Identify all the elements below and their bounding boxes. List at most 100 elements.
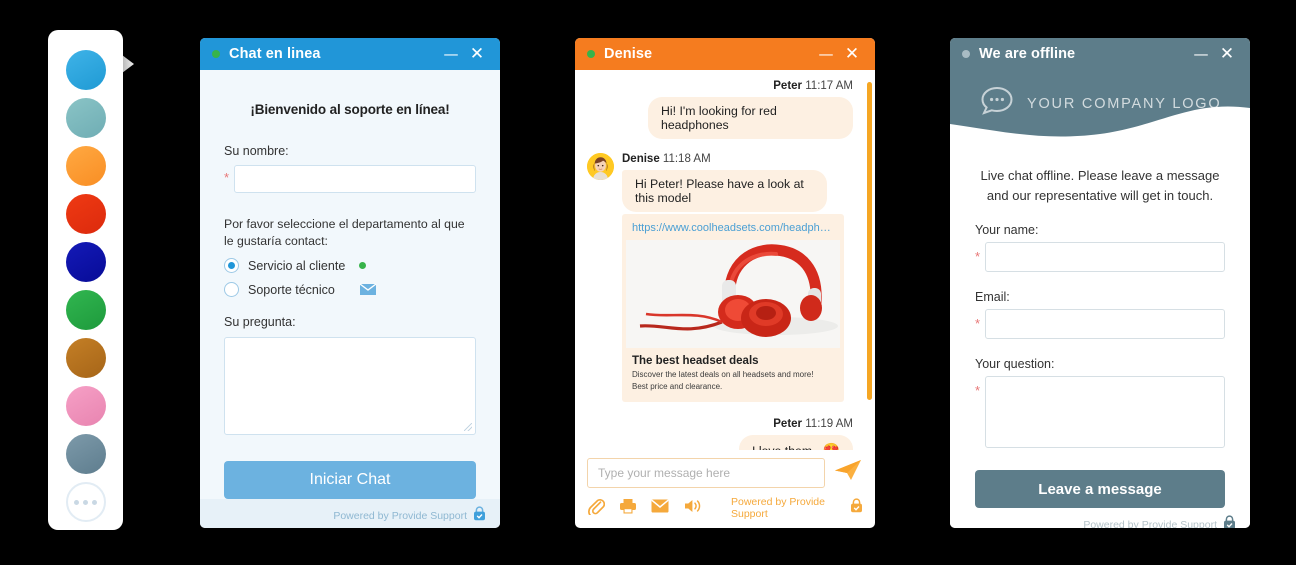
radio-icon[interactable]	[224, 282, 239, 298]
send-icon[interactable]	[833, 458, 863, 488]
online-status-dot	[587, 50, 595, 58]
more-colors-button[interactable]	[65, 482, 106, 522]
swatch-blue[interactable]	[65, 50, 106, 90]
close-button[interactable]: ✕	[1214, 41, 1240, 67]
minimize-button[interactable]: —	[813, 41, 839, 67]
department-label: Servicio al cliente	[248, 258, 346, 273]
company-logo-text: YOUR COMPANY LOGO	[1027, 95, 1222, 112]
radio-icon[interactable]	[224, 258, 239, 274]
department-label: Soporte técnico	[248, 282, 335, 297]
leave-message-button[interactable]: Leave a message	[975, 470, 1225, 508]
message-author: Peter	[773, 80, 803, 92]
close-button[interactable]: ✕	[464, 41, 490, 67]
swatch-green[interactable]	[65, 290, 106, 330]
name-field-row: *	[224, 165, 476, 193]
security-lock-icon	[850, 498, 863, 518]
message-author: Peter	[773, 418, 803, 431]
message-meta: Peter 11:19 AM	[587, 418, 853, 430]
company-logo: YOUR COMPANY LOGO	[980, 86, 1221, 121]
attachment-icon[interactable]	[587, 497, 606, 520]
name-input[interactable]	[234, 165, 476, 193]
chat-toolbar: Powered by Provide Support	[575, 488, 875, 528]
chat-input-area: Type your message here	[575, 450, 875, 488]
message-input[interactable]: Type your message here	[587, 458, 825, 488]
chat-window-title: Denise	[604, 46, 653, 62]
message-input-placeholder: Type your message here	[598, 466, 731, 480]
screenshot-stage: Chat en linea — ✕ ¡Bienvenido al soporte…	[0, 0, 1296, 565]
security-lock-icon	[1223, 514, 1236, 528]
minimize-button[interactable]: —	[438, 41, 464, 67]
message-bubble: Hi Peter! Please have a look at this mod…	[622, 170, 827, 212]
online-dot-icon	[359, 262, 367, 270]
chat-message: Denise 11:18 AM Hi Peter! Please have a …	[587, 153, 863, 403]
resize-grip-icon[interactable]	[464, 423, 472, 432]
online-form-body: ¡Bienvenido al soporte en línea! Su nomb…	[200, 70, 500, 500]
swatch-panel-pointer	[122, 55, 134, 73]
message-bubble: I love them 😍	[738, 435, 853, 450]
swatch-teal[interactable]	[65, 98, 106, 138]
message-time: 11:19 AM	[805, 418, 853, 431]
product-link[interactable]: https://www.coolheadsets.com/headpho...	[622, 214, 844, 240]
offline-status-dot	[962, 50, 970, 58]
offline-intro-line: Live chat offline. Please leave a messag…	[980, 168, 1220, 183]
chat-message: Peter 11:17 AM Hi! I'm looking for red h…	[587, 80, 863, 139]
product-card[interactable]: https://www.coolheadsets.com/headpho...	[622, 214, 844, 403]
swatch-brown[interactable]	[65, 338, 106, 378]
swatch-orange[interactable]	[65, 146, 106, 186]
name-field-label: Su nombre:	[224, 144, 289, 158]
chat-message-list[interactable]: Peter 11:17 AM Hi! I'm looking for red h…	[575, 70, 875, 450]
offline-window-footer: Powered by Provide Support	[950, 508, 1250, 528]
message-time: 11:17 AM	[805, 80, 853, 92]
minimize-button[interactable]: —	[1188, 41, 1214, 67]
print-icon[interactable]	[619, 498, 637, 519]
department-option-technical-support[interactable]: Soporte técnico	[224, 282, 476, 298]
sound-icon[interactable]	[683, 498, 703, 519]
message-meta: Peter 11:17 AM	[587, 80, 853, 92]
question-textarea[interactable]	[224, 337, 476, 436]
product-description-line: Discover the latest deals on all headset…	[632, 370, 814, 379]
chat-scrollbar-thumb[interactable]	[867, 82, 872, 400]
chat-scrollbar[interactable]	[867, 78, 872, 442]
swatch-pink[interactable]	[65, 386, 106, 426]
question-field-label: Su pregunta:	[224, 315, 296, 330]
question-field-row: *	[975, 376, 1225, 448]
department-option-customer-service[interactable]: Servicio al cliente	[224, 258, 476, 274]
dot-icon	[92, 499, 97, 505]
email-icon[interactable]	[651, 499, 669, 518]
swatch-red[interactable]	[65, 194, 106, 234]
email-field-label: Email:	[975, 290, 1010, 304]
close-button[interactable]: ✕	[839, 41, 865, 67]
active-chat-window: Denise — ✕ Peter 11:17 AM Hi! I'm lookin…	[575, 38, 875, 528]
dot-icon	[74, 499, 79, 505]
color-theme-picker[interactable]	[48, 30, 123, 530]
swatch-slate[interactable]	[65, 434, 106, 474]
email-field-row: *	[975, 309, 1225, 339]
offline-intro-line: and our representative will get in touch…	[986, 187, 1214, 203]
online-chat-window: Chat en linea — ✕ ¡Bienvenido al soporte…	[200, 38, 500, 528]
powered-by-label: Powered by Provide Support	[1083, 518, 1217, 529]
online-window-title: Chat en linea	[229, 46, 321, 62]
chat-message: Peter 11:19 AM I love them 😍	[587, 418, 863, 450]
name-field-label: Your name:	[975, 223, 1039, 237]
dot-icon	[83, 499, 88, 505]
product-description-line: Best price and clearance.	[632, 381, 723, 391]
offline-window-title: We are offline	[979, 46, 1076, 62]
online-window-footer: Powered by Provide Support	[200, 499, 500, 528]
avatar	[587, 153, 614, 180]
product-image	[626, 240, 840, 348]
question-textarea[interactable]	[985, 376, 1225, 448]
email-input[interactable]	[985, 309, 1225, 339]
security-lock-icon	[473, 506, 486, 526]
heart-eyes-emoji-icon: 😍	[823, 442, 840, 450]
required-asterisk: *	[975, 249, 981, 264]
agent-message-column: Denise 11:18 AM Hi Peter! Please have a …	[622, 153, 863, 403]
chat-bubble-icon	[980, 86, 1014, 121]
start-chat-button[interactable]: Iniciar Chat	[224, 461, 476, 500]
offline-intro-text: Live chat offline. Please leave a messag…	[975, 166, 1225, 205]
offline-window-titlebar: We are offline — ✕	[950, 38, 1250, 70]
online-status-dot	[212, 50, 220, 58]
swatch-navy[interactable]	[65, 242, 106, 282]
required-asterisk: *	[975, 383, 981, 398]
name-input[interactable]	[985, 242, 1225, 272]
product-description: Discover the latest deals on all headset…	[622, 369, 844, 402]
